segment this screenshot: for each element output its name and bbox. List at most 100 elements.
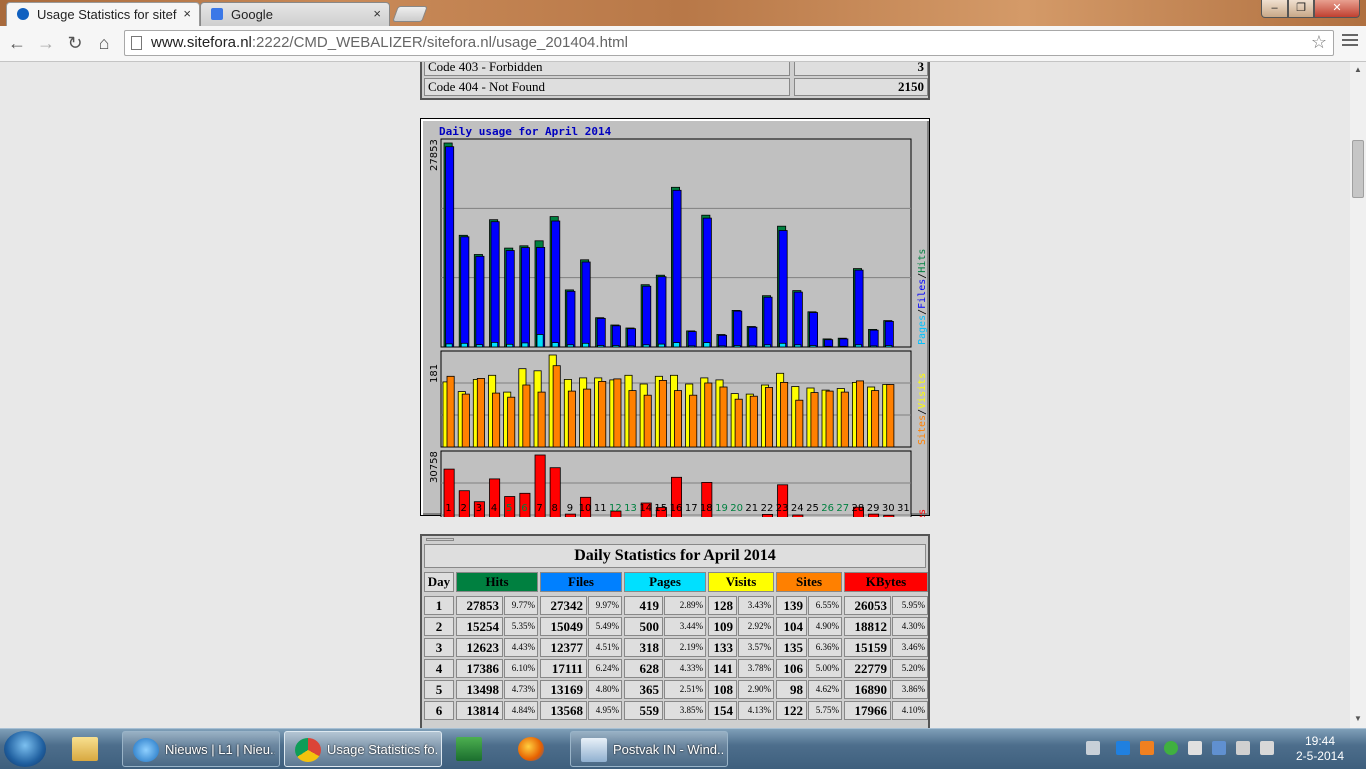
sites-value-cell: 122: [776, 701, 807, 720]
chart-bar-files: [475, 255, 485, 348]
chrome-menu-icon[interactable]: [1342, 34, 1358, 50]
close-window-button[interactable]: ✕: [1314, 0, 1360, 18]
hits-value-cell: 27853: [456, 596, 503, 615]
address-bar[interactable]: www.sitefora.nl:2222/CMD_WEBALIZER/sitef…: [124, 30, 1334, 56]
kbytes-percent-cell: 5.20%: [892, 659, 928, 678]
minimize-button[interactable]: ‒: [1261, 0, 1288, 18]
url-text[interactable]: www.sitefora.nl:2222/CMD_WEBALIZER/sitef…: [151, 34, 628, 51]
chart-y-max-label: 30758: [429, 451, 440, 483]
download-icon[interactable]: [1116, 741, 1130, 755]
chart-legend-entry: Sites: [917, 415, 928, 445]
vertical-scrollbar[interactable]: ▲ ▼: [1350, 62, 1366, 728]
browser-title-bar: Usage Statistics for sitefora × Google ×…: [0, 0, 1366, 26]
chart-x-tick-label: 28: [852, 503, 865, 514]
network-icon[interactable]: [1236, 741, 1250, 755]
tray-app-icon[interactable]: [1188, 741, 1202, 755]
firefox-taskbar-button[interactable]: [508, 731, 562, 767]
chart-legend-entry: Visits: [917, 373, 928, 409]
volume-muted-icon[interactable]: [1260, 741, 1274, 755]
bookmark-star-icon[interactable]: ☆: [1311, 32, 1327, 53]
chart-bar-kbytes: [761, 513, 773, 517]
internet-explorer-icon: [133, 738, 159, 762]
scroll-down-icon[interactable]: ▼: [1354, 714, 1362, 723]
files-value-cell: 12377: [540, 638, 587, 657]
chart-x-tick-label: 2: [461, 503, 467, 514]
chart-bar-pages: [718, 345, 726, 348]
tab-title: Usage Statistics for sitefora: [37, 7, 177, 22]
chart-bar-pages: [506, 343, 514, 348]
kbytes-value-cell: 16890: [844, 680, 891, 699]
chart-bar-sites: [613, 378, 622, 448]
new-tab-button[interactable]: [392, 6, 428, 22]
tab-google[interactable]: Google ×: [200, 2, 390, 26]
visits-value-cell: 109: [708, 617, 737, 636]
chart-bar-pages: [870, 345, 878, 348]
taskbar-window-chrome[interactable]: Usage Statistics fo...: [284, 731, 442, 767]
chart-bar-pages: [733, 345, 741, 348]
chart-bar-files: [460, 236, 470, 348]
visits-percent-cell: 4.13%: [738, 701, 774, 720]
keyboard-icon[interactable]: [1086, 741, 1100, 755]
taskbar-window-ie[interactable]: Nieuws | L1 | Nieu...: [122, 731, 280, 767]
kbytes-percent-cell: 4.10%: [892, 701, 928, 720]
chart-x-tick-label: 31: [897, 503, 910, 514]
chart-bar-sites: [840, 391, 849, 448]
chart-title: Daily usage for April 2014: [439, 125, 612, 138]
column-header-hits: Hits: [456, 572, 538, 592]
back-icon[interactable]: ←: [5, 31, 29, 55]
chart-bar-sites: [567, 390, 576, 448]
chart-legend: Sites/Visits: [917, 373, 928, 445]
chart-bar-sites: [749, 395, 758, 448]
chart-bar-files: [854, 269, 864, 348]
chart-legend-entry: Hits: [917, 249, 928, 273]
day-cell: 3: [424, 638, 454, 657]
response-code-value: 2150: [794, 78, 928, 96]
tab-close-icon[interactable]: ×: [183, 6, 191, 21]
site-favicon-icon: [17, 8, 29, 20]
forward-icon[interactable]: →: [34, 31, 58, 55]
sites-percent-cell: 5.75%: [808, 701, 842, 720]
excel-taskbar-button[interactable]: [446, 731, 500, 767]
pages-value-cell: 318: [624, 638, 663, 657]
reload-icon[interactable]: ↻: [63, 31, 87, 55]
daily-statistics-table: Daily Statistics for April 2014 Day Hits F…: [420, 534, 930, 728]
chart-x-tick-label: 6: [521, 503, 527, 514]
maximize-button[interactable]: ❐: [1288, 0, 1314, 18]
tray-app-icon[interactable]: [1140, 741, 1154, 755]
chart-bar-pages: [521, 342, 529, 348]
chart-bar-files: [793, 291, 803, 348]
home-icon[interactable]: ⌂: [92, 31, 116, 55]
chart-bar-pages: [688, 345, 696, 348]
chart-legend-entry: Pages: [917, 315, 928, 345]
chart-bar-sites: [764, 387, 773, 448]
taskbar-clock[interactable]: 19:44 2-5-2014: [1280, 734, 1360, 764]
chart-bar-pages: [839, 345, 847, 348]
chart-legend-entry: KBytes: [917, 509, 928, 517]
column-header-sites: Sites: [776, 572, 842, 592]
chart-x-tick-label: 10: [579, 503, 592, 514]
chart-bar-files: [839, 338, 849, 348]
explorer-taskbar-button[interactable]: [62, 731, 116, 767]
tab-close-icon[interactable]: ×: [373, 6, 381, 21]
chart-bar-files: [869, 329, 879, 348]
taskbar-window-mail[interactable]: Postvak IN - Wind...: [570, 731, 728, 767]
chart-bar-sites: [507, 396, 516, 448]
chart-legend-entry: Files: [917, 279, 928, 309]
start-button-icon[interactable]: [4, 731, 46, 767]
scrollbar-thumb[interactable]: [1352, 140, 1364, 198]
chart-bar-sites: [446, 375, 455, 448]
scroll-up-icon[interactable]: ▲: [1354, 65, 1362, 74]
chart-x-tick-label: 16: [670, 503, 683, 514]
chart-x-tick-label: 27: [836, 503, 849, 514]
chart-bar-files: [748, 326, 758, 348]
chart-bar-sites: [795, 399, 804, 448]
chart-bar-pages: [748, 345, 756, 348]
tray-app-icon[interactable]: [1212, 741, 1226, 755]
clock-time: 19:44: [1304, 734, 1336, 748]
hits-percent-cell: 4.73%: [504, 680, 538, 699]
hits-percent-cell: 6.10%: [504, 659, 538, 678]
hits-percent-cell: 4.43%: [504, 638, 538, 657]
chart-bar-files: [581, 261, 591, 348]
tray-app-icon[interactable]: [1164, 741, 1178, 755]
tab-usage-statistics[interactable]: Usage Statistics for sitefora ×: [6, 2, 200, 26]
